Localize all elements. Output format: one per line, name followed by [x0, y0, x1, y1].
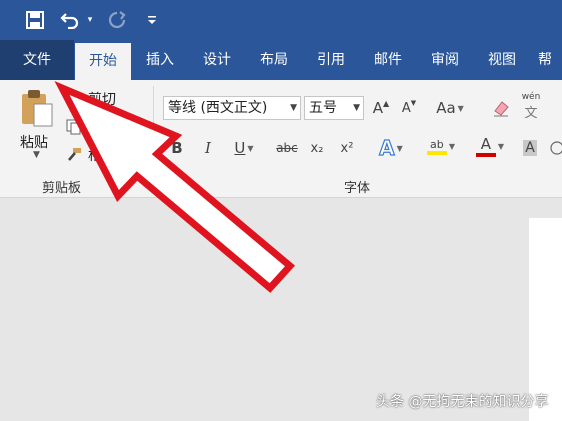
highlight-button[interactable]: ab ▼: [420, 134, 462, 158]
tab-help[interactable]: 帮: [538, 40, 562, 80]
tab-references[interactable]: 引用: [309, 40, 353, 80]
document-area: [0, 199, 562, 421]
underline-button[interactable]: U ▼: [228, 136, 260, 160]
enclose-characters-icon: [550, 141, 562, 155]
shrink-font-button[interactable]: A ▼: [398, 96, 420, 120]
font-name-value: 等线 (西文正文): [168, 100, 268, 116]
ribbon: 粘贴 ▼ 剪切 复制 格式刷 剪贴板 等线 (西文正文) ▼ 五号 ▼ A▲: [0, 80, 562, 198]
tab-file[interactable]: 文件: [0, 40, 74, 80]
clear-formatting-button[interactable]: [490, 96, 512, 120]
font-color-icon: A: [480, 135, 492, 153]
watermark-text: 头条 @无拘无束的知识分享: [376, 394, 549, 410]
change-case-dropdown-icon: ▼: [457, 103, 464, 113]
tab-home[interactable]: 开始: [75, 43, 131, 80]
font-size-select[interactable]: 五号 ▼: [304, 96, 364, 120]
highlight-color-bar: [426, 150, 447, 155]
tab-layout[interactable]: 布局: [252, 40, 296, 80]
copy-button[interactable]: 复制: [66, 116, 116, 138]
strikethrough-button[interactable]: abc: [274, 136, 300, 160]
undo-dropdown-icon[interactable]: ▾: [84, 8, 96, 32]
superscript-button[interactable]: x²: [336, 136, 358, 160]
paste-dropdown-icon[interactable]: ▼: [33, 150, 40, 160]
cut-label: 剪切: [88, 92, 116, 108]
undo-icon[interactable]: [58, 8, 82, 32]
tab-design[interactable]: 设计: [195, 40, 239, 80]
eraser-icon: [494, 101, 509, 117]
text-effects-icon: A: [379, 135, 396, 160]
group-separator: [153, 86, 154, 192]
font-color-button[interactable]: A ▼: [470, 134, 510, 158]
character-shading-button[interactable]: A: [520, 136, 540, 160]
font-size-dropdown-icon: ▼: [353, 103, 360, 113]
italic-button[interactable]: I: [199, 136, 217, 160]
highlight-dropdown-icon: ▼: [448, 141, 456, 151]
text-effects-dropdown-icon: ▼: [396, 143, 403, 153]
customize-qat-icon[interactable]: [144, 8, 160, 32]
grow-font-icon: ▲: [383, 98, 390, 108]
highlight-icon: ab: [430, 137, 444, 151]
format-painter-icon: [68, 148, 81, 161]
save-icon[interactable]: [22, 8, 48, 32]
format-painter-label: 格式刷: [88, 148, 130, 164]
subscript-button[interactable]: x₂: [306, 136, 328, 160]
clipboard-group-label: 剪贴板: [42, 181, 82, 196]
copy-label: 复制: [88, 120, 116, 136]
character-shading-icon: A: [523, 140, 537, 156]
tab-view[interactable]: 视图: [480, 40, 524, 80]
cut-button[interactable]: 剪切: [66, 88, 116, 110]
underline-dropdown-icon: ▼: [247, 143, 254, 153]
scissors-icon: [67, 92, 81, 107]
quick-access-toolbar: ▾: [0, 0, 562, 40]
phonetic-icon: 文: [524, 105, 538, 121]
change-case-button[interactable]: Aa ▼: [432, 96, 468, 120]
text-effects-button[interactable]: A ▼: [372, 135, 410, 160]
tab-mailings[interactable]: 邮件: [366, 40, 410, 80]
font-name-select[interactable]: 等线 (西文正文) ▼: [163, 96, 301, 120]
font-group-label: 字体: [344, 181, 371, 196]
format-painter-button[interactable]: 格式刷: [66, 144, 130, 166]
paste-icon: [22, 90, 53, 127]
tab-insert[interactable]: 插入: [138, 40, 182, 80]
paste-label: 粘贴: [20, 135, 48, 151]
copy-icon: [66, 119, 81, 135]
ribbon-tabs: 文件 开始 插入 设计 布局 引用 邮件 审阅 视图 帮: [0, 40, 562, 80]
grow-font-button[interactable]: A ▲: [370, 96, 392, 120]
tab-review[interactable]: 审阅: [423, 40, 467, 80]
shrink-font-icon: ▼: [410, 99, 417, 107]
bold-button[interactable]: B: [168, 136, 186, 160]
enclose-characters-button[interactable]: [548, 136, 562, 160]
font-size-value: 五号: [309, 100, 337, 116]
phonetic-guide-button[interactable]: wén 文: [520, 92, 542, 121]
font-color-bar: [475, 153, 496, 157]
font-name-dropdown-icon: ▼: [290, 103, 297, 113]
font-color-dropdown-icon: ▼: [497, 141, 505, 151]
redo-icon[interactable]: [105, 8, 129, 32]
